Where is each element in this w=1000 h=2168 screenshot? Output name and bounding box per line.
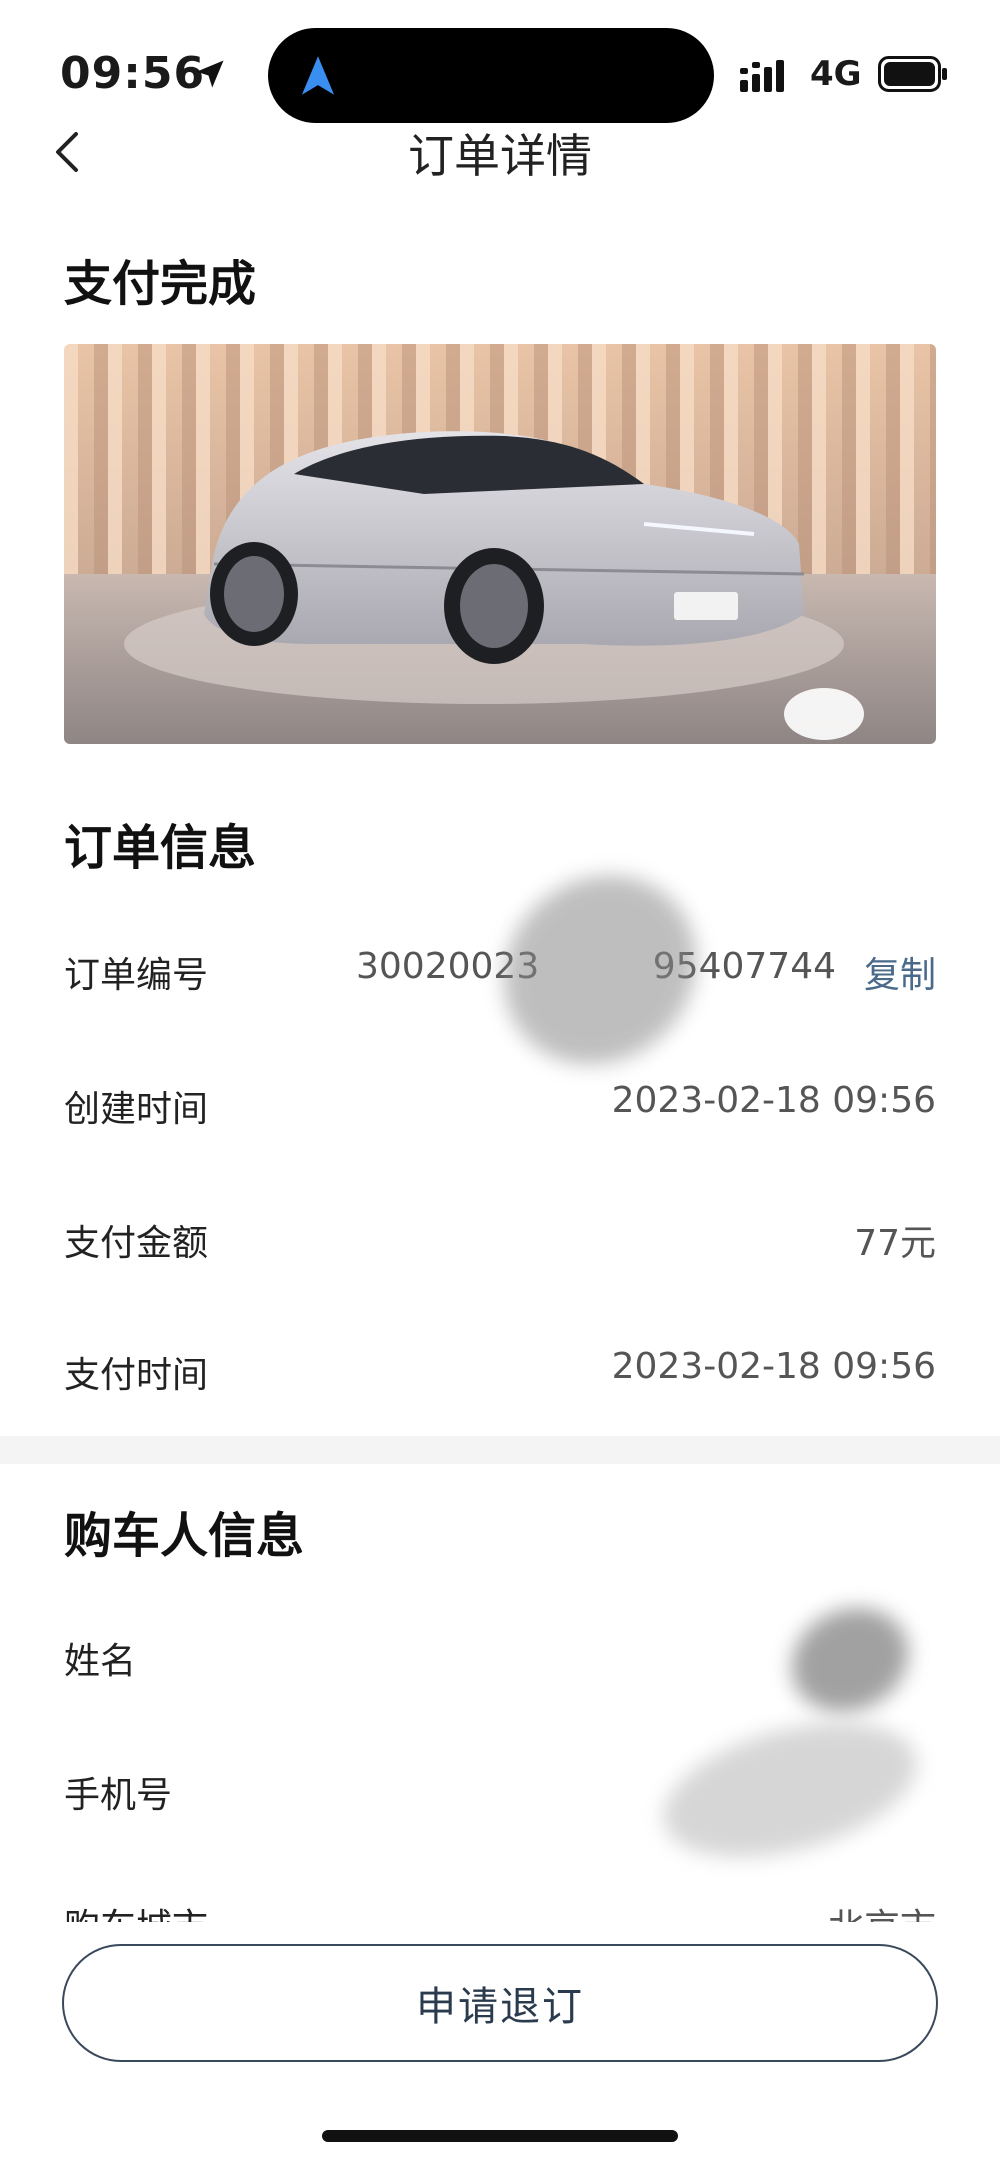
page-title: 订单详情 — [408, 129, 592, 183]
order-info-heading: 订单信息 — [64, 820, 257, 876]
amount-value: 77元 — [854, 1223, 936, 1264]
location-arrow-icon — [196, 60, 224, 88]
paid-time-label: 支付时间 — [64, 1355, 209, 1396]
battery-icon — [878, 56, 947, 92]
redaction-smudge — [774, 1589, 926, 1731]
network-type: 4G — [810, 54, 862, 94]
amount-row: 支付金额 77元 — [64, 1208, 936, 1268]
paid-time-value: 2023-02-18 09:56 — [611, 1346, 936, 1387]
home-indicator — [322, 2130, 678, 2142]
created-time-value: 2023-02-18 09:56 — [611, 1080, 936, 1121]
request-refund-button[interactable]: 申请退订 — [62, 1944, 938, 2062]
created-time-label: 创建时间 — [64, 1089, 209, 1130]
created-time-row: 创建时间 2023-02-18 09:56 — [64, 1074, 936, 1134]
city-value: 北京市 — [828, 1898, 936, 1922]
amount-label: 支付金额 — [64, 1223, 209, 1264]
redaction-smudge — [648, 1698, 932, 1882]
dynamic-island — [268, 28, 714, 123]
order-number-row: 订单编号 30020023 95407744 复制 — [64, 940, 936, 1000]
section-divider — [0, 1436, 1000, 1464]
status-time: 09:56 — [60, 48, 206, 99]
city-row: 购车城市 北京市 — [64, 1898, 936, 1922]
navigation-icon — [301, 56, 335, 95]
buyer-info-heading: 购车人信息 — [64, 1508, 305, 1564]
city-label: 购车城市 — [64, 1898, 208, 1922]
car-hero-image — [64, 344, 936, 744]
redaction-smudge — [465, 836, 735, 1104]
nav-bar: 订单详情 — [0, 110, 1000, 190]
paid-time-row: 支付时间 2023-02-18 09:56 — [64, 1340, 936, 1400]
copy-button[interactable]: 复制 — [864, 946, 936, 998]
payment-status-heading: 支付完成 — [64, 256, 257, 312]
order-number-label: 订单编号 — [64, 955, 209, 996]
name-label: 姓名 — [64, 1641, 137, 1682]
phone-label: 手机号 — [64, 1775, 173, 1816]
cellular-signal-icon — [740, 60, 784, 92]
